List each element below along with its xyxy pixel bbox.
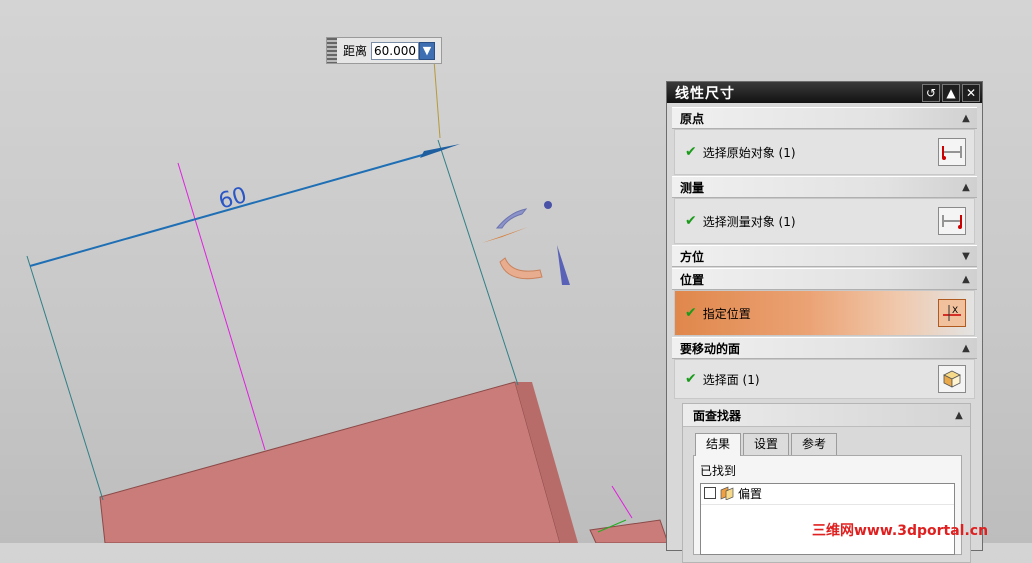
rotate-handle-blue[interactable] xyxy=(495,208,528,229)
dialog-titlebar: 线性尺寸 ↺ ▲ ✕ xyxy=(667,82,982,103)
watermark: 三维网www.3dportal.cn xyxy=(812,523,989,539)
distance-input-popup: 距离 60.000 ▼ xyxy=(326,37,442,64)
section-faces-label: 要移动的面 xyxy=(680,341,741,356)
section-measure-label: 测量 xyxy=(680,180,705,195)
rotate-handle-orange[interactable] xyxy=(499,257,543,280)
found-label: 已找到 xyxy=(700,464,737,478)
section-location-body: ✔ 指定位置 X xyxy=(674,290,975,336)
cube-face-icon xyxy=(943,370,961,388)
handle-axis-line xyxy=(433,59,441,139)
results-list: 偏置 xyxy=(700,483,955,555)
results-tab-body: 已找到 偏置 xyxy=(693,455,962,555)
chevron-up-icon[interactable]: ▲ xyxy=(957,339,975,357)
dropdown-arrow-icon[interactable]: ▼ xyxy=(419,41,436,60)
dimension-value-text[interactable]: 60 xyxy=(216,183,250,215)
check-icon: ✔ xyxy=(685,305,697,321)
check-icon: ✔ xyxy=(685,213,697,229)
measure-origin-icon xyxy=(942,146,962,160)
face-finder-header[interactable]: 面查找器 ▲ xyxy=(683,404,970,427)
solid-face-front[interactable] xyxy=(99,381,561,543)
section-location-header[interactable]: 位置 ▲ xyxy=(672,268,977,290)
chevron-up-icon[interactable]: ▲ xyxy=(957,109,975,127)
check-icon: ✔ xyxy=(685,144,697,160)
move-handle-orange[interactable] xyxy=(482,227,528,243)
section-origin-body: ✔ 选择原始对象 (1) xyxy=(674,129,975,175)
section-location-label: 位置 xyxy=(680,272,705,287)
section-measure-header[interactable]: 测量 ▲ xyxy=(672,176,977,198)
list-item[interactable]: 偏置 xyxy=(701,484,954,502)
linear-dimension-dialog: 线性尺寸 ↺ ▲ ✕ 原点 ▲ ✔ 选择原始对象 (1) 测量 ▲ ✔ 选择测量… xyxy=(666,81,983,563)
extension-line-left xyxy=(26,255,104,501)
distance-label: 距离 xyxy=(343,44,368,58)
face-finder-tabs: 结果 设置 参考 xyxy=(683,433,970,456)
result-label: 偏置 xyxy=(738,486,763,501)
location-icon: X xyxy=(943,305,961,321)
close-icon[interactable]: ✕ xyxy=(962,83,980,102)
collapse-icon[interactable]: ▲ xyxy=(942,83,960,102)
section-faces-body: ✔ 选择面 (1) xyxy=(674,359,975,399)
reference-line-small xyxy=(611,485,633,519)
offset-face-icon xyxy=(720,486,734,500)
drag-grip[interactable] xyxy=(327,38,337,63)
solid-face-small[interactable] xyxy=(589,519,669,543)
section-measure-body: ✔ 选择测量对象 (1) xyxy=(674,198,975,244)
section-orientation-header[interactable]: 方位 ▼ xyxy=(672,245,977,267)
distance-field[interactable]: 60.000 xyxy=(371,41,420,60)
origin-select-button[interactable] xyxy=(938,138,966,166)
chevron-up-icon[interactable]: ▲ xyxy=(957,178,975,196)
dialog-title: 线性尺寸 xyxy=(675,85,735,102)
select-measure-object[interactable]: 选择测量对象 (1) xyxy=(703,213,796,230)
move-handle-blue[interactable] xyxy=(557,245,570,285)
check-icon: ✔ xyxy=(685,371,697,387)
specify-location[interactable]: 指定位置 xyxy=(703,305,751,322)
measure-select-button[interactable] xyxy=(938,207,966,235)
tab-reference[interactable]: 参考 xyxy=(791,433,838,455)
section-orientation-label: 方位 xyxy=(680,249,705,264)
result-checkbox[interactable] xyxy=(704,487,716,499)
svg-text:X: X xyxy=(952,306,958,316)
chevron-down-icon[interactable]: ▼ xyxy=(957,247,975,265)
reset-icon[interactable]: ↺ xyxy=(922,83,940,102)
measure-target-icon xyxy=(942,215,962,229)
face-select-button[interactable] xyxy=(938,365,966,393)
chevron-up-icon[interactable]: ▲ xyxy=(950,406,968,424)
location-select-button[interactable]: X xyxy=(938,299,966,327)
chevron-up-icon[interactable]: ▲ xyxy=(957,270,975,288)
origin-handle[interactable] xyxy=(544,201,552,209)
section-origin-header[interactable]: 原点 ▲ xyxy=(672,107,977,129)
face-finder-label: 面查找器 xyxy=(693,408,742,423)
tab-settings[interactable]: 设置 xyxy=(743,433,790,455)
tab-results[interactable]: 结果 xyxy=(695,433,742,456)
select-face[interactable]: 选择面 (1) xyxy=(703,371,760,388)
section-origin-label: 原点 xyxy=(680,111,705,126)
section-faces-header[interactable]: 要移动的面 ▲ xyxy=(672,337,977,359)
select-origin-object[interactable]: 选择原始对象 (1) xyxy=(703,144,796,161)
